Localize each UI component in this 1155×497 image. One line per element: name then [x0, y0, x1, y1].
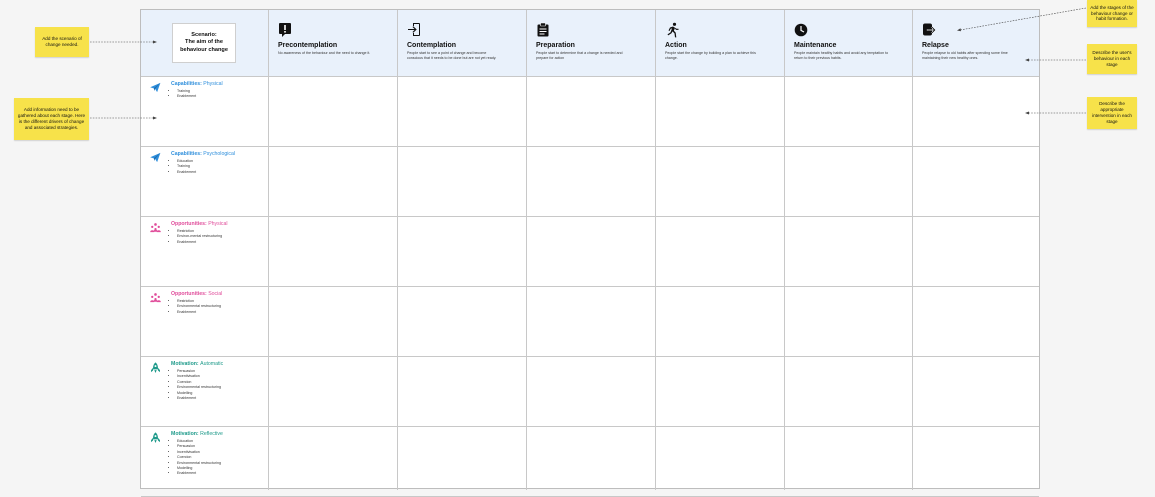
- grid-column-line: [784, 10, 785, 490]
- row-title: Motivation: Automatic: [171, 361, 223, 367]
- grid-row-line: [141, 216, 1039, 217]
- strategy-item: Enablement: [177, 471, 221, 476]
- row-subcategory: Physical: [208, 221, 228, 227]
- grid-row-line: [141, 356, 1039, 357]
- grid-row-line: [141, 286, 1039, 287]
- row-label-motivation-automatic[interactable]: Motivation: Automatic PersuasionIncentivi…: [141, 356, 267, 426]
- row-subcategory: Social: [208, 291, 223, 297]
- stage-description: People maintain healthy habits and avoid…: [794, 51, 889, 61]
- grid-column-line: [655, 10, 656, 490]
- row-category: Opportunities:: [171, 291, 209, 297]
- row-title: Capabilities: Psychological: [171, 151, 235, 157]
- clipboard-icon: [537, 22, 549, 37]
- row-subcategory: Automatic: [200, 361, 224, 367]
- stage-title: Contemplation: [407, 42, 456, 49]
- row-category: Motivation:: [171, 431, 201, 437]
- grid-column-line: [526, 10, 527, 490]
- row-category: Motivation:: [171, 361, 201, 367]
- grid-row-line: [141, 76, 1039, 77]
- sticky-note-stages[interactable]: Add the stages of the behaviour change o…: [1087, 0, 1137, 27]
- stage-description: People relapse to old habits after spend…: [922, 51, 1008, 61]
- row-title: Motivation: Reflective: [171, 431, 223, 437]
- row-label-opportunities-social[interactable]: Opportunities: Social RestrictionEnvironm…: [141, 286, 267, 356]
- stage-header-preparation[interactable]: Preparation People start to determine tha…: [536, 22, 656, 61]
- row-subcategory: Physical: [203, 81, 223, 87]
- row-title: Opportunities: Physical: [171, 221, 228, 227]
- sticky-note-intervention[interactable]: Describe the appropriate intervention in…: [1087, 97, 1137, 129]
- row-category: Capabilities:: [171, 151, 204, 157]
- paper-plane-icon: [150, 152, 161, 163]
- strategy-item: Enablement: [177, 310, 221, 315]
- strategy-item: Environmental restructuring: [177, 385, 221, 390]
- strategy-item: Enablement: [177, 240, 222, 245]
- row-label-motivation-reflective[interactable]: Motivation: Reflective EducationPersuasio…: [141, 426, 267, 496]
- stage-header-relapse[interactable]: Relapse People relapse to old habits afte…: [922, 22, 1042, 61]
- stage-title: Precontemplation: [278, 42, 338, 49]
- stage-header-maintenance[interactable]: Maintenance People maintain healthy habit…: [794, 22, 914, 61]
- grid-row-line: [141, 426, 1039, 427]
- row-label-opportunities-physical[interactable]: Opportunities: Physical RestrictionEnviro…: [141, 216, 267, 286]
- row-subcategory: Reflective: [200, 431, 223, 437]
- running-icon: [667, 22, 679, 38]
- grid-column-line: [397, 10, 398, 490]
- clock-icon: [794, 23, 808, 37]
- strategy-item: Enablement: [177, 170, 196, 175]
- stage-description: People start the change by building a pl…: [665, 51, 756, 61]
- sticky-note-scenario[interactable]: Add the scenario of change needed.: [35, 27, 89, 57]
- row-title: Capabilities: Physical: [171, 81, 223, 87]
- rocket-icon: [151, 432, 160, 443]
- scenario-text: Scenario: The aim of the behaviour chang…: [180, 32, 228, 53]
- behaviour-change-board: Scenario: The aim of the behaviour chang…: [140, 9, 1042, 497]
- row-category: Opportunities:: [171, 221, 209, 227]
- stage-title: Preparation: [536, 42, 575, 49]
- strategy-list: EducationTrainingEnablement: [171, 159, 196, 175]
- row-category: Capabilities:: [171, 81, 204, 87]
- rocket-icon: [151, 362, 160, 373]
- sticky-note-drivers[interactable]: Add information need to be gathered abou…: [14, 98, 89, 140]
- stage-title: Action: [665, 42, 687, 49]
- strategy-item: Environ-mental restructuring: [177, 234, 222, 239]
- people-icon: [150, 223, 161, 233]
- grid-column-line: [268, 10, 269, 490]
- strategy-item: Environmental restructuring: [177, 304, 221, 309]
- stage-description: People start to see a point of change an…: [407, 51, 497, 61]
- grid-row-line: [141, 146, 1039, 147]
- strategy-item: Enablement: [177, 94, 196, 99]
- enter-icon: [408, 23, 420, 36]
- stage-header-action[interactable]: Action People start the change by buildin…: [665, 22, 785, 61]
- stage-title: Maintenance: [794, 42, 837, 49]
- stage-title: Relapse: [922, 42, 949, 49]
- stage-description: People start to determine that a change …: [536, 51, 623, 61]
- stage-description: No awareness of the behaviour and the ne…: [278, 51, 371, 55]
- stage-header-contemplation[interactable]: Contemplation People start to see a point…: [407, 22, 527, 61]
- sticky-note-behaviour[interactable]: Describe the user's behaviour in each st…: [1087, 44, 1137, 74]
- strategy-list: EducationPersuasionIncentivisationCoerci…: [171, 439, 221, 477]
- row-subcategory: Psychological: [203, 151, 236, 157]
- strategy-list: RestrictionEnvironmental restructuringEn…: [171, 299, 221, 315]
- stage-header-precontemplation[interactable]: Precontemplation No awareness of the beha…: [278, 22, 398, 56]
- paper-plane-icon: [150, 82, 161, 93]
- people-icon: [150, 293, 161, 303]
- row-label-capabilities-psychological[interactable]: Capabilities: Psychological EducationTrai…: [141, 146, 267, 216]
- exclamation-icon: [279, 23, 291, 37]
- row-label-capabilities-physical[interactable]: Capabilities: Physical TrainingEnablement: [141, 76, 267, 146]
- strategy-item: Enablement: [177, 396, 221, 401]
- strategy-list: TrainingEnablement: [171, 89, 196, 100]
- strategy-list: PersuasionIncentivisationCoercionEnviron…: [171, 369, 221, 401]
- scenario-card[interactable]: Scenario: The aim of the behaviour chang…: [172, 23, 236, 63]
- exit-icon: [923, 23, 936, 36]
- row-title: Opportunities: Social: [171, 291, 222, 297]
- grid-column-line: [912, 10, 913, 490]
- strategy-list: RestrictionEnviron-mental restructuringE…: [171, 229, 222, 245]
